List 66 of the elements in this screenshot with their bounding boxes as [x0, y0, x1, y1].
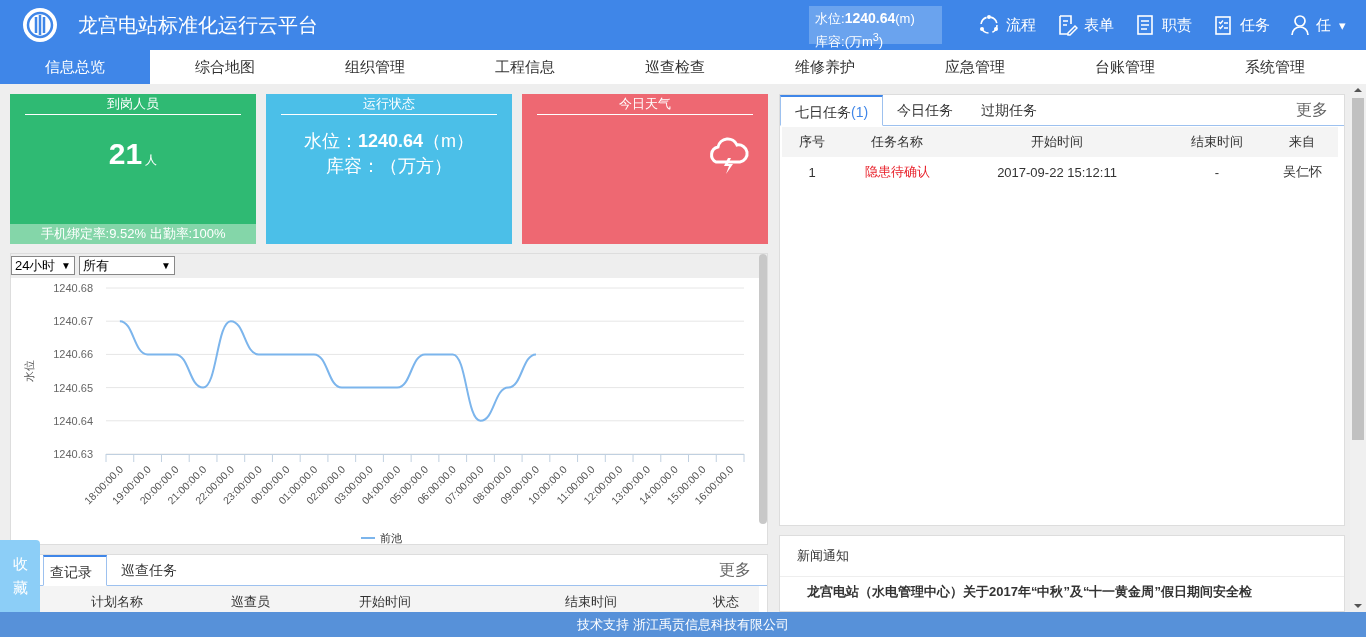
column-header: 计划名称	[91, 593, 143, 611]
column-header: 结束时间	[1191, 133, 1243, 151]
form-button[interactable]: 表单	[1056, 14, 1114, 36]
user-menu[interactable]: 任 ▾	[1290, 14, 1346, 36]
column-header: 巡查员	[231, 593, 270, 611]
app-title: 龙宫电站标准化运行云平台	[78, 12, 318, 38]
flow-button[interactable]: 流程	[978, 14, 1036, 36]
attendance-rates: 手机绑定率:9.52% 出勤率:100%	[10, 224, 256, 244]
panel-tab[interactable]: 今日任务	[883, 95, 968, 125]
nav-tab[interactable]: 系统管理	[1200, 50, 1350, 84]
column-header: 任务名称	[871, 133, 923, 151]
task-link[interactable]: 隐患待确认	[864, 163, 930, 181]
duty-button[interactable]: 职责	[1134, 14, 1192, 36]
nav-tab[interactable]: 巡查检查	[600, 50, 750, 84]
filter-dropdown[interactable]: 24小时 ▼	[11, 256, 75, 275]
y-tick-label: 1240.64	[53, 414, 93, 427]
footer-text: 技术支持 浙江禹贡信息科技有限公司	[0, 612, 1366, 637]
y-tick-label: 1240.67	[53, 315, 93, 328]
user-icon	[1290, 14, 1310, 36]
table-cell: 1	[808, 164, 816, 180]
y-tick-label: 1240.66	[53, 348, 93, 361]
table-cell: 吴仁怀	[1282, 163, 1322, 181]
nav-tab[interactable]: 台账管理	[1050, 50, 1200, 84]
filter-dropdown[interactable]: 所有 ▼	[79, 256, 175, 275]
card-title: 到岗人员	[25, 94, 241, 115]
panel-tab[interactable]: 查记录	[43, 555, 107, 586]
nav-tab[interactable]: 信息总览	[0, 50, 150, 84]
nav-tab[interactable]: 综合地图	[150, 50, 300, 84]
column-header: 来自	[1289, 133, 1315, 151]
more-link[interactable]: 更多	[719, 555, 767, 585]
y-tick-label: 1240.65	[53, 381, 93, 394]
water-level-reading: 水位:1240.64(m)	[815, 9, 916, 28]
column-header: 序号	[799, 133, 825, 151]
nav-tab[interactable]: 组织管理	[300, 50, 450, 84]
nav-tab[interactable]: 工程信息	[450, 50, 600, 84]
task-button[interactable]: 任务	[1212, 14, 1270, 36]
legend-label: 前池	[380, 532, 402, 544]
capacity-reading: 库容:(万m$^{3}$)	[815, 30, 885, 52]
panel-tab[interactable]: 巡查任务	[107, 555, 191, 585]
y-tick-label: 1240.63	[53, 448, 93, 460]
document-icon	[1134, 14, 1156, 36]
checklist-icon	[1212, 14, 1234, 36]
more-link[interactable]: 更多	[1296, 95, 1344, 125]
cycle-icon	[978, 14, 1000, 36]
panel-tab[interactable]: 过期任务	[967, 95, 1052, 125]
panel-tab[interactable]: 七日任务(1)	[780, 95, 884, 126]
column-header: 状态	[713, 593, 739, 611]
edit-document-icon	[1056, 14, 1078, 36]
panel-title: 新闻通知	[780, 536, 1344, 578]
logo-icon	[22, 7, 58, 43]
y-axis-title: 水位	[23, 360, 35, 382]
table-cell: 2017-09-22 15:12:11	[997, 164, 1117, 180]
column-header: 开始时间	[1031, 133, 1083, 151]
card-title: 今日天气	[537, 94, 753, 115]
y-tick-label: 1240.68	[53, 282, 93, 294]
nav-tab[interactable]: 应急管理	[900, 50, 1050, 84]
card-title: 运行状态	[281, 94, 497, 115]
staff-count: 21 人	[108, 137, 158, 171]
table-cell: -	[1214, 164, 1220, 180]
scrollbar[interactable]	[759, 254, 767, 524]
column-header: 开始时间	[359, 593, 411, 611]
status-line: 库容：（万方）	[326, 155, 452, 178]
column-header: 结束时间	[565, 593, 617, 611]
news-link[interactable]: 龙宫电站（水电管理中心）关于2017年“中秋”及“十一黄金周”假日期间安全检	[780, 577, 1344, 602]
nav-tab[interactable]: 维修养护	[750, 50, 900, 84]
status-line: 水位：1240.64（m）	[303, 130, 475, 153]
